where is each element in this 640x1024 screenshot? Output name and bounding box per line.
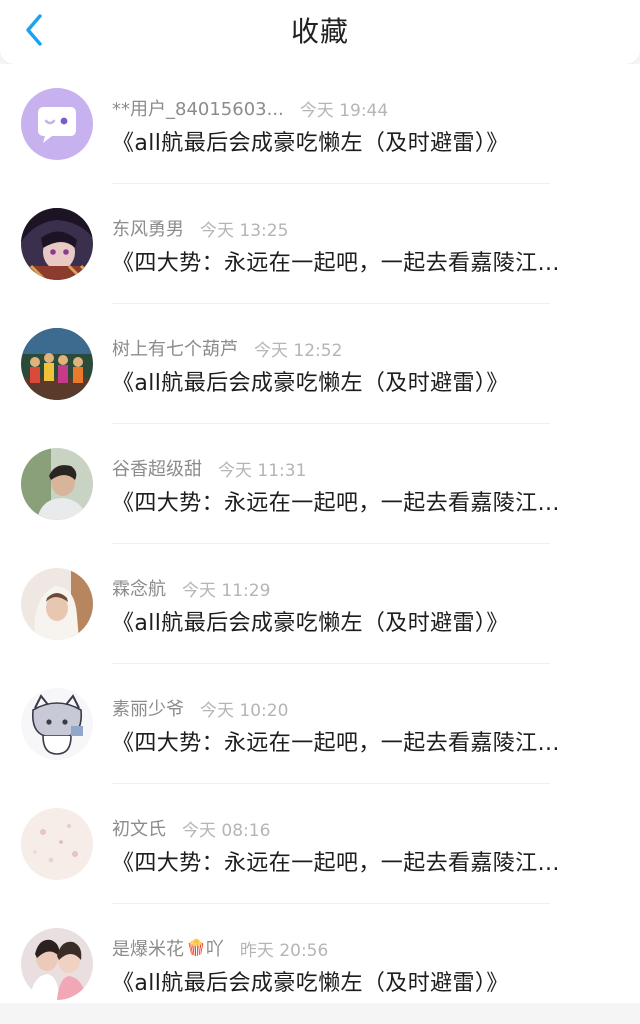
chat-bubble-icon xyxy=(21,88,93,160)
post-title[interactable]: 《all航最后会成豪吃懒左（及时避雷）》 xyxy=(112,966,612,1002)
post-title[interactable]: 《all航最后会成豪吃懒左（及时避雷）》 xyxy=(112,606,612,642)
user-name-suffix: 吖 xyxy=(205,939,224,960)
boy-photo-icon xyxy=(21,448,93,520)
page-title: 收藏 xyxy=(290,15,349,48)
avatar[interactable] xyxy=(21,448,93,520)
popcorn-icon: 🍿 xyxy=(186,938,206,957)
timestamp: 今天 13:25 xyxy=(200,220,289,241)
list-item[interactable]: **用户_84015603... 今天 19:44 《all航最后会成豪吃懒左（… xyxy=(0,64,640,184)
timestamp: 今天 10:20 xyxy=(200,700,289,721)
timestamp: 今天 08:16 xyxy=(182,820,271,841)
post-title[interactable]: 《四大势：永远在一起吧，一起去看嘉陵江... xyxy=(112,486,612,522)
user-name[interactable]: 初文氏 xyxy=(112,815,166,841)
user-name[interactable]: 素丽少爷 xyxy=(112,695,184,721)
post-title[interactable]: 《四大势：永远在一起吧，一起去看嘉陵江... xyxy=(112,846,612,882)
list-item[interactable]: 谷香超级甜 今天 11:31 《四大势：永远在一起吧，一起去看嘉陵江... xyxy=(0,424,640,544)
list-item[interactable]: 树上有七个葫芦 今天 12:52 《all航最后会成豪吃懒左（及时避雷）》 xyxy=(0,304,640,424)
post-title[interactable]: 《四大势：永远在一起吧，一起去看嘉陵江... xyxy=(112,246,612,282)
timestamp: 今天 19:44 xyxy=(299,100,389,121)
avatar[interactable] xyxy=(21,208,93,280)
favorites-list: **用户_84015603... 今天 19:44 《all航最后会成豪吃懒左（… xyxy=(0,64,640,1003)
user-name[interactable]: **用户_84015603... xyxy=(112,95,284,121)
avatar[interactable] xyxy=(21,88,93,160)
anime-character-icon xyxy=(21,208,93,280)
user-name[interactable]: 东风勇男 xyxy=(112,215,184,241)
user-name[interactable]: 树上有七个葫芦 xyxy=(112,335,238,361)
timestamp: 今天 12:52 xyxy=(254,340,343,361)
pair-photo-icon xyxy=(21,928,93,1000)
hooded-person-icon xyxy=(21,568,93,640)
stage-performers-icon xyxy=(21,328,93,400)
avatar[interactable] xyxy=(21,328,93,400)
timestamp: 昨天 20:56 xyxy=(239,940,329,961)
list-item[interactable]: 东风勇男 今天 13:25 《四大势：永远在一起吧，一起去看嘉陵江... xyxy=(0,184,640,304)
post-title[interactable]: 《all航最后会成豪吃懒左（及时避雷）》 xyxy=(112,366,612,402)
avatar[interactable] xyxy=(21,688,93,760)
top-nav-bar: 收藏 xyxy=(0,0,640,64)
list-item[interactable]: 初文氏 今天 08:16 《四大势：永远在一起吧，一起去看嘉陵江... xyxy=(0,784,640,904)
floral-pattern-icon xyxy=(21,808,93,880)
user-name[interactable]: 谷香超级甜 xyxy=(112,455,202,481)
sketch-character-icon xyxy=(21,688,93,760)
timestamp: 今天 11:31 xyxy=(218,460,307,481)
timestamp: 今天 11:29 xyxy=(182,580,271,601)
list-item[interactable]: 霖念航 今天 11:29 《all航最后会成豪吃懒左（及时避雷）》 xyxy=(0,544,640,664)
avatar[interactable] xyxy=(21,808,93,880)
post-title[interactable]: 《四大势：永远在一起吧，一起去看嘉陵江... xyxy=(112,726,612,762)
post-title[interactable]: 《all航最后会成豪吃懒左（及时避雷）》 xyxy=(112,126,612,162)
avatar[interactable] xyxy=(21,568,93,640)
avatar[interactable] xyxy=(21,928,93,1000)
list-item[interactable]: 是爆米花 🍿 吖 昨天 20:56 《all航最后会成豪吃懒左（及时避雷）》 xyxy=(0,904,640,1024)
list-item[interactable]: 素丽少爷 今天 10:20 《四大势：永远在一起吧，一起去看嘉陵江... xyxy=(0,664,640,784)
user-name[interactable]: 霖念航 xyxy=(112,575,166,601)
user-name[interactable]: 是爆米花 xyxy=(112,935,184,961)
